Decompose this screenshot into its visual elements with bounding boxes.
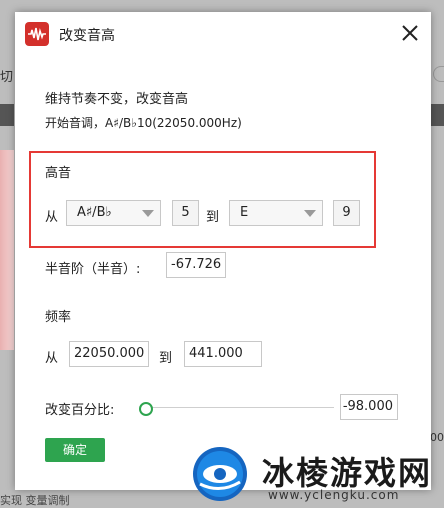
percent-slider-thumb[interactable]	[139, 402, 153, 416]
from-note-select[interactable]: A♯/B♭	[66, 200, 161, 226]
dialog-titlebar: 改变音高	[15, 12, 431, 56]
from-note-value: A♯/B♭	[77, 205, 112, 220]
percent-slider-track[interactable]	[148, 407, 334, 408]
from-octave-field[interactable]: 5	[172, 200, 199, 226]
to-note-select[interactable]: E	[229, 200, 323, 226]
semitone-field[interactable]: -67.726	[166, 252, 226, 278]
frequency-heading: 频率	[45, 310, 72, 325]
frequency-from-label: 从	[45, 351, 59, 366]
chevron-down-icon	[304, 210, 316, 217]
percent-label: 改变百分比:	[45, 403, 115, 418]
frequency-to-label: 到	[159, 351, 173, 366]
to-octave-field[interactable]: 9	[333, 200, 360, 226]
to-note-value: E	[240, 205, 249, 220]
background-waveform	[0, 150, 14, 350]
semitone-label: 半音阶（半音）:	[45, 262, 141, 277]
pitch-to-label: 到	[206, 210, 220, 225]
background-control-icon	[433, 66, 444, 82]
waveform-app-icon	[25, 22, 49, 46]
dialog-title: 改变音高	[59, 28, 115, 44]
pitch-from-label: 从	[45, 210, 59, 225]
pitch-heading: 高音	[45, 166, 72, 181]
frequency-from-field[interactable]: 22050.000	[69, 341, 149, 367]
ok-button[interactable]: 确定	[45, 438, 105, 462]
close-icon[interactable]	[397, 20, 423, 46]
change-pitch-dialog: 改变音高 维持节奏不变，改变音高 开始音调，A♯/B♭10(22050.000H…	[15, 12, 431, 490]
start-pitch-text: 开始音调，A♯/B♭10(22050.000Hz)	[45, 116, 242, 130]
background-number: 00	[430, 431, 444, 444]
chevron-down-icon	[142, 210, 154, 217]
background-track-header-right	[430, 104, 444, 126]
background-toolbar-text: 切	[0, 70, 14, 85]
description-text: 维持节奏不变，改变音高	[45, 92, 189, 107]
background-status-text: 实现 变量调制	[0, 494, 70, 507]
watermark-logo-icon	[190, 444, 250, 504]
background-track-header	[0, 104, 14, 126]
percent-field[interactable]: -98.000	[340, 394, 398, 420]
frequency-to-field[interactable]: 441.000	[184, 341, 262, 367]
watermark-url: www.yclengku.com	[268, 488, 400, 502]
